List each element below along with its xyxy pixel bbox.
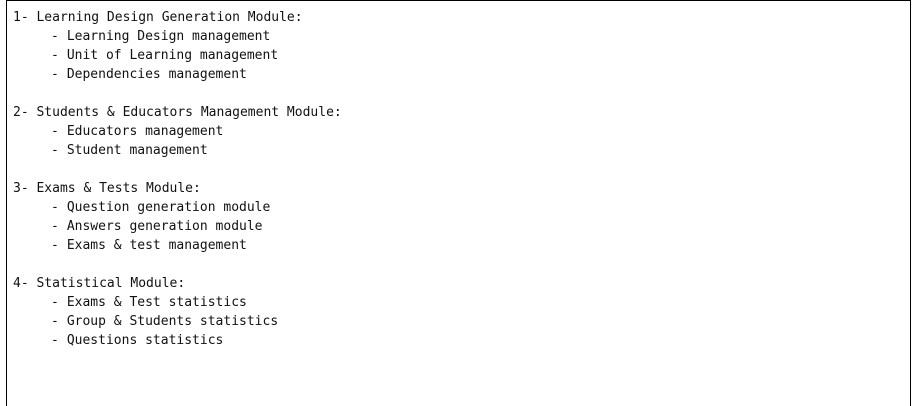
module-item-list: - Question generation module - Answers gen…: [13, 198, 342, 255]
list-item-label: Dependencies management: [66, 67, 247, 82]
module-listing: 1- Learning Design Generation Module: -L…: [13, 8, 342, 369]
bullet-dash: -: [51, 333, 59, 348]
bullet-dash: -: [51, 238, 59, 253]
list-item-label: Questions statistics: [66, 333, 224, 348]
list-item-label: Learning Design management: [66, 29, 271, 44]
list-item-label: Group & Students statistics: [66, 314, 279, 329]
list-item: - Educators management: [13, 122, 342, 141]
module-item-list: - Exams & Test statistics - Group & Studen…: [13, 293, 342, 350]
list-item: - Questions statistics: [13, 331, 342, 350]
bullet-dash: -: [51, 67, 59, 82]
module-2: 2- Students & Educators Management Modul…: [13, 103, 342, 160]
module-item-list: - Educators management - Student managemen…: [13, 122, 342, 160]
document-frame: 1- Learning Design Generation Module: -L…: [6, 0, 911, 406]
module-4: 4- Statistical Module: - Exams & Test sta…: [13, 274, 342, 350]
module-title: 1- Learning Design Generation Module:: [13, 10, 303, 25]
bullet-dash: -: [51, 29, 59, 44]
module-title: 3- Exams & Tests Module:: [13, 181, 201, 196]
module-item-list: - Learning Design management - Unit of Lea…: [13, 27, 342, 84]
list-item-label: Educators management: [66, 124, 224, 139]
module-1: 1- Learning Design Generation Module: -L…: [13, 8, 342, 84]
bullet-dash: -: [51, 200, 59, 215]
bullet-dash: -: [51, 124, 59, 139]
list-item: - Exams & Test statistics: [13, 293, 342, 312]
list-item: - Group & Students statistics: [13, 312, 342, 331]
list-item-label: Student management: [66, 143, 208, 158]
bullet-dash: -: [51, 219, 59, 234]
bullet-dash: -: [51, 295, 59, 310]
list-item-label: Question generation module: [66, 200, 271, 215]
bullet-dash: -: [51, 48, 59, 63]
list-item: - Dependencies management: [13, 65, 342, 84]
bullet-dash: -: [51, 314, 59, 329]
list-item: - Exams & test management: [13, 236, 342, 255]
list-item: - Answers generation module: [13, 217, 342, 236]
list-item-label: Unit of Learning management: [66, 48, 279, 63]
bullet-dash: -: [51, 143, 59, 158]
list-item: - Unit of Learning management: [13, 46, 342, 65]
module-3: 3- Exams & Tests Module: - Question gener…: [13, 179, 342, 255]
list-item-label: Exams & test management: [66, 238, 247, 253]
list-item: - Learning Design management: [13, 27, 342, 46]
list-item: - Student management: [13, 141, 342, 160]
module-title: 2- Students & Educators Management Modul…: [13, 105, 342, 120]
list-item: - Question generation module: [13, 198, 342, 217]
list-item-label: Exams & Test statistics: [66, 295, 247, 310]
module-title: 4- Statistical Module:: [13, 276, 186, 291]
list-item-label: Answers generation module: [66, 219, 263, 234]
